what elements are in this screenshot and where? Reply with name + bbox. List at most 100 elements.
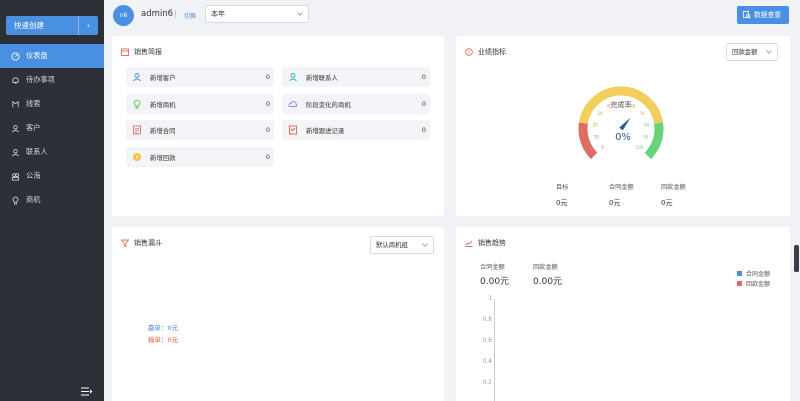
gauge-tick-label: 80 [644, 122, 650, 127]
sidebar-item-label: 商机 [26, 195, 41, 204]
stat-new-customers[interactable]: 新增客户 0 [126, 67, 274, 87]
target-icon [465, 48, 473, 56]
stat-value: 0 [421, 126, 426, 134]
sidebar: 快速创建 › 仪表盘 待办事项 线索 客户 联系人 公海 商机 [0, 0, 104, 401]
y-axis-line [494, 299, 495, 401]
kpi-select-value: 回款金额 [732, 48, 758, 56]
card-title: 业绩指标 [465, 47, 506, 57]
sidebar-item-opportunities[interactable]: 商机 [0, 188, 104, 212]
sidebar-item-leads[interactable]: 线索 [0, 92, 104, 116]
stat-label: 新增跟进记录 [306, 126, 345, 135]
gauge-tick-label: 20 [593, 122, 599, 127]
gauge-pointer [619, 117, 631, 131]
kpi-metric-select[interactable]: 回款金额 [726, 43, 778, 61]
sidebar-item-label: 线索 [26, 99, 41, 108]
chevron-down-icon [766, 48, 772, 54]
kpi-title: 业绩指标 [478, 48, 506, 56]
customer-icon [12, 124, 19, 132]
stat-label: 阶段变化的商机 [306, 100, 351, 109]
stat-stage-changed-opportunities[interactable]: 阶段变化的商机 0 [282, 94, 430, 114]
y-tick-label: 0.4 [482, 359, 492, 365]
bulb-icon [12, 196, 19, 205]
kpi-card: 业绩指标 回款金额 0 10 20 30 40 50 60 70 80 90 100 完成率 0% … [456, 36, 790, 216]
legend-contract[interactable]: 合同金额 [737, 269, 770, 278]
page-scrollbar-thumb[interactable] [794, 245, 799, 272]
y-tick-label: 0.6 [482, 338, 492, 344]
gauge-band [578, 122, 598, 160]
stat-new-contracts[interactable]: 新增合同 0 [126, 120, 274, 140]
funnel-icon [121, 239, 129, 247]
gauge-band [644, 122, 664, 160]
gauge-tick-label: 90 [643, 135, 649, 140]
gauge-tick-label: 100 [636, 145, 644, 150]
funnel-win-amount: 赢单：0元 [148, 324, 179, 332]
quick-create-label: 快速创建 [14, 21, 44, 30]
sales-funnel-card: 销售漏斗 默认商机组 赢单：0元 输单：0元 [112, 227, 444, 401]
switch-user-link[interactable]: 切换 [184, 11, 196, 20]
public-pool-icon [11, 172, 20, 181]
funnel-title: 销售漏斗 [134, 239, 162, 247]
metric-target-label: 目标 [556, 184, 569, 191]
bulb-icon [133, 99, 141, 109]
trend-contract-value: 0.00元 [480, 277, 510, 287]
bell-icon [12, 76, 19, 84]
legend-swatch [737, 271, 742, 276]
sidebar-nav: 仪表盘 待办事项 线索 客户 联系人 公海 商机 [0, 44, 104, 212]
chevron-right-icon: › [78, 16, 98, 35]
username: admin6 [141, 9, 174, 19]
metric-contract-label: 合同金额 [609, 184, 634, 191]
chevron-down-icon [297, 10, 303, 16]
gauge-tick-label: 0 [601, 145, 604, 150]
period-select[interactable]: 本年 [205, 5, 309, 23]
stat-label: 新增商机 [150, 100, 176, 109]
card-title: 销售简报 [121, 47, 162, 57]
stat-new-follow-ups[interactable]: 新增跟进记录 0 [282, 120, 430, 140]
gauge-value: 0% [615, 132, 631, 143]
avatar[interactable]: n6 [113, 5, 134, 26]
stat-value: 0 [421, 73, 426, 81]
metric-contract-value: 0元 [609, 199, 621, 207]
sidebar-item-contacts[interactable]: 联系人 [0, 140, 104, 164]
legend-payment[interactable]: 回款金额 [737, 279, 770, 288]
y-tick-label: 0.8 [482, 317, 492, 323]
trend-title: 销售趋势 [478, 239, 506, 247]
trend-payment-label: 回款金额 [533, 264, 558, 271]
sidebar-item-public-pool[interactable]: 公海 [0, 164, 104, 188]
dashboard-icon [11, 51, 20, 61]
top-header: n6 admin6 切换 本年 数据查重 [104, 0, 800, 30]
data-dedup-button[interactable]: 数据查重 [737, 6, 789, 24]
data-dedup-label: 数据查重 [754, 11, 782, 19]
sales-brief-title: 销售简报 [134, 48, 162, 56]
contract-icon [133, 125, 141, 135]
sidebar-item-customers[interactable]: 客户 [0, 116, 104, 140]
quick-create-button[interactable]: 快速创建 › [6, 16, 98, 35]
sidebar-item-label: 公海 [26, 171, 41, 180]
opportunity-group-select[interactable]: 默认商机组 [370, 236, 434, 254]
sales-brief-card: 销售简报 新增客户 0 新增联系人 0 新增商机 0 阶段变化的商机 0 新增合… [112, 36, 444, 216]
search-icon [743, 11, 751, 19]
page-scrollbar-track[interactable] [793, 0, 800, 401]
sidebar-item-label: 联系人 [26, 147, 48, 156]
collapse-menu-icon[interactable] [81, 387, 93, 396]
stat-label: 新增合同 [150, 126, 176, 135]
divider [175, 10, 176, 18]
gauge-label: 完成率 [611, 100, 632, 109]
stat-label: 新增联系人 [306, 73, 338, 82]
stat-new-contacts[interactable]: 新增联系人 0 [282, 67, 430, 87]
funnel-select-value: 默认商机组 [376, 241, 408, 249]
stat-value: 0 [421, 100, 426, 108]
stat-label: 新增回款 [150, 153, 176, 162]
metric-target-value: 0元 [556, 199, 568, 207]
trend-contract-label: 合同金额 [480, 264, 505, 271]
sales-trend-card: 销售趋势 合同金额 0.00元 回款金额 0.00元 合同金额 回款金额 1 0… [456, 227, 790, 401]
gauge-tick-label: 30 [597, 111, 603, 116]
sidebar-item-todo[interactable]: 待办事项 [0, 68, 104, 92]
sidebar-item-dashboard[interactable]: 仪表盘 [0, 44, 104, 68]
sidebar-item-label: 待办事项 [26, 75, 55, 84]
y-tick-label: 1 [488, 296, 492, 302]
stat-new-opportunities[interactable]: 新增商机 0 [126, 94, 274, 114]
coin-icon: ¥ [133, 153, 141, 161]
cloud-icon [288, 100, 298, 107]
stat-new-payments[interactable]: ¥ 新增回款 0 [126, 147, 274, 167]
svg-text:¥: ¥ [135, 155, 138, 161]
